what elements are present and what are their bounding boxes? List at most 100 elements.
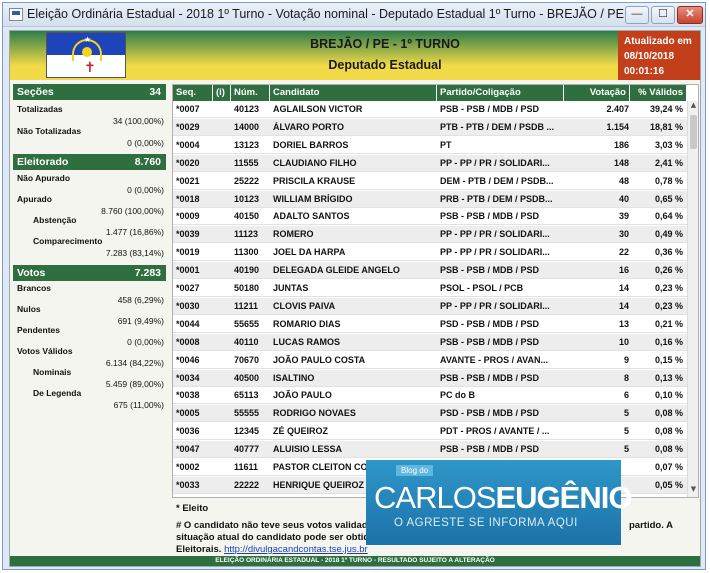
minimize-button[interactable]: — bbox=[625, 6, 649, 24]
table-row[interactable]: *0007 40123 AGLAILSON VICTOR PSB - PSB / MD… bbox=[173, 101, 687, 118]
cell-num: 70670 bbox=[234, 354, 260, 365]
cell-validos: 0,36 % bbox=[654, 247, 683, 258]
table-row[interactable]: *0008 40110 LUCAS RAMOS PSB - PSB / MDB / P… bbox=[173, 333, 687, 351]
cell-candidato: JUNTAS bbox=[273, 283, 309, 293]
abstencao-label: Abstenção bbox=[33, 215, 77, 225]
table-row[interactable]: *0036 12345 ZÉ QUEIROZ PDT - PROS / AVANTE … bbox=[173, 423, 687, 441]
table-row[interactable]: *0030 11211 CLOVIS PAIVA PP - PP / PR / SOL… bbox=[173, 297, 687, 315]
cell-validos: 0,05 % bbox=[654, 479, 683, 490]
cell-num: 40123 bbox=[234, 104, 260, 114]
eleitorado-label: Eleitorado bbox=[17, 156, 69, 168]
table-row[interactable]: *0001 40190 DELEGADA GLEIDE ANGELO PSB - PS… bbox=[173, 262, 687, 280]
cell-votacao: 5 bbox=[623, 444, 629, 455]
cell-validos: 0,13 % bbox=[654, 372, 683, 383]
divulgacand-link[interactable]: http://divulgacandcontas.tse.jus.br bbox=[224, 544, 368, 555]
cell-votacao: 40 bbox=[618, 193, 629, 204]
table-row[interactable]: *0004 13123 DORIEL BARROS PT 186 3,03 % bbox=[173, 137, 687, 154]
cell-seq: *0030 bbox=[176, 300, 200, 311]
cell-candidato: ISALTINO bbox=[273, 372, 315, 383]
table-row[interactable]: *0034 40500 ISALTINO PSB - PSB / MDB / PSD 8… bbox=[173, 369, 687, 387]
cell-validos: 0,21 % bbox=[654, 318, 683, 329]
cell-validos: 0,10 % bbox=[654, 390, 683, 401]
cell-candidato: ZÉ QUEIROZ bbox=[273, 426, 329, 437]
cell-seq: *0044 bbox=[176, 318, 200, 329]
table-row[interactable]: *0039 11123 ROMERO PP - PP / PR / SOLIDARI.… bbox=[173, 226, 687, 244]
table-row[interactable]: *0027 50180 JUNTAS PSOL - PSOL / PCB 14 0,23 … bbox=[173, 280, 687, 297]
cell-candidato: JOÃO PAULO bbox=[273, 390, 332, 401]
cell-candidato: ROMERO bbox=[273, 229, 314, 240]
cell-seq: *0001 bbox=[176, 265, 200, 276]
scroll-down-icon[interactable]: ▼ bbox=[688, 485, 698, 497]
cell-votacao: 6 bbox=[623, 390, 629, 401]
cell-validos: 0,65 % bbox=[654, 193, 683, 204]
cell-seq: *0039 bbox=[176, 229, 200, 240]
table-row[interactable]: *0038 65113 JOÃO PAULO PC do B 6 0,10 % bbox=[173, 387, 687, 405]
cell-votacao: 13 bbox=[618, 318, 629, 329]
nao-totalizadas-label: Não Totalizadas bbox=[17, 126, 82, 136]
table-row[interactable]: *0029 14000 ÁLVARO PORTO PTB - PTB / DEM / … bbox=[173, 118, 687, 136]
table-row[interactable]: *0005 55555 RODRIGO NOVAES PSD - PSB / MDB … bbox=[173, 405, 687, 423]
update-badge: Atualizado em 08/10/2018 00:01:16 bbox=[618, 31, 700, 80]
cell-validos: 0,49 % bbox=[654, 229, 683, 240]
nao-apurado-value: 0 (0,00%) bbox=[127, 185, 164, 195]
maximize-button[interactable]: ☐ bbox=[651, 6, 675, 24]
table-row[interactable]: *0019 11300 JOEL DA HARPA PP - PP / PR / SO… bbox=[173, 244, 687, 262]
cell-votacao: 48 bbox=[618, 175, 629, 186]
cell-validos: 0,08 % bbox=[654, 408, 683, 419]
close-button[interactable]: ✕ bbox=[677, 6, 703, 24]
cell-seq: *0033 bbox=[176, 479, 200, 490]
cell-num: 22222 bbox=[234, 479, 260, 490]
cell-num: 40500 bbox=[234, 372, 260, 383]
cell-validos: 3,03 % bbox=[654, 139, 683, 150]
col-header-partido[interactable]: Partido/Coligação bbox=[437, 85, 564, 101]
cell-partido: PRB - PTB / DEM / PSDB... bbox=[440, 193, 553, 204]
table-row[interactable]: *0009 40150 ADALTO SANTOS PSB - PSB / MDB /… bbox=[173, 208, 687, 226]
footer-bar: ELEIÇÃO ORDINÁRIA ESTADUAL - 2018 1º TUR… bbox=[10, 556, 700, 566]
cell-partido: PDT - PROS / AVANTE / ... bbox=[440, 426, 550, 437]
vertical-scrollbar[interactable]: ▲ ▼ bbox=[687, 101, 698, 497]
header-banner: ★ ✝ BREJÃO / PE - 1º TURNO Deputado Esta… bbox=[10, 31, 700, 80]
table-row[interactable]: *0021 25222 PRISCILA KRAUSE DEM - PTB / DEM… bbox=[173, 173, 687, 190]
cell-partido: AVANTE - PROS / AVAN... bbox=[440, 354, 549, 365]
col-header-validos[interactable]: % Válidos bbox=[630, 85, 687, 101]
table-row[interactable]: *0044 55655 ROMARIO DIAS PSD - PSB / MDB / … bbox=[173, 316, 687, 333]
cell-num: 11211 bbox=[234, 300, 259, 311]
cell-votacao: 30 bbox=[618, 229, 629, 240]
cell-partido: PSOL - PSOL / PCB bbox=[440, 283, 524, 293]
scroll-thumb[interactable] bbox=[690, 115, 697, 149]
blog-name-last: EUGÊNIO bbox=[495, 480, 632, 515]
cell-num: 50180 bbox=[234, 283, 260, 293]
cell-validos: 0,08 % bbox=[654, 426, 683, 437]
note-line-2b: partido. A bbox=[629, 520, 673, 531]
table-row[interactable]: *0047 40777 ALUISIO LESSA PSB - PSB / MDB /… bbox=[173, 441, 687, 459]
col-header-candidato[interactable]: Candidato bbox=[270, 85, 437, 101]
cell-validos: 0,16 % bbox=[654, 336, 683, 347]
cell-seq: *0018 bbox=[176, 193, 200, 204]
cell-seq: *0021 bbox=[176, 175, 200, 186]
note-line-3: situação atual do candidato pode ser obt… bbox=[176, 532, 375, 543]
cell-votacao: 148 bbox=[613, 157, 629, 168]
col-header-num[interactable]: Núm. bbox=[231, 85, 270, 101]
table-row[interactable]: *0046 70670 JOÃO PAULO COSTA AVANTE - PROS … bbox=[173, 352, 687, 369]
totalizadas-value: 34 (100,00%) bbox=[112, 116, 164, 126]
cell-partido: PSB - PSB / MDB / PSD bbox=[440, 211, 540, 222]
nulos-value: 691 (9,49%) bbox=[117, 316, 164, 326]
col-header-info[interactable]: (i) bbox=[213, 85, 231, 101]
abstencao-value: 1.477 (16,86%) bbox=[105, 227, 164, 237]
cell-validos: 0,15 % bbox=[654, 354, 683, 365]
col-header-seq[interactable]: Seq. bbox=[173, 85, 213, 101]
secoes-label: Seções bbox=[17, 86, 54, 98]
secoes-header: Seções 34 bbox=[13, 84, 166, 100]
scroll-up-icon[interactable]: ▲ bbox=[688, 101, 698, 113]
table-row[interactable]: *0018 10123 WILLIAM BRÍGIDO PRB - PTB / DEM… bbox=[173, 190, 687, 208]
cell-num: 40777 bbox=[234, 444, 260, 455]
page-subtitle: Deputado Estadual bbox=[328, 58, 442, 72]
cell-seq: *0029 bbox=[176, 121, 200, 132]
cell-seq: *0034 bbox=[176, 372, 200, 383]
col-header-votacao[interactable]: Votação bbox=[564, 85, 630, 101]
cell-partido: PP - PP / PR / SOLIDARI... bbox=[440, 229, 550, 240]
table-row[interactable]: *0020 11555 CLAUDIANO FILHO PP - PP / PR / … bbox=[173, 154, 687, 172]
cell-validos: 0,78 % bbox=[654, 175, 683, 186]
cell-num: 55655 bbox=[234, 318, 260, 329]
cell-seq: *0019 bbox=[176, 247, 200, 258]
